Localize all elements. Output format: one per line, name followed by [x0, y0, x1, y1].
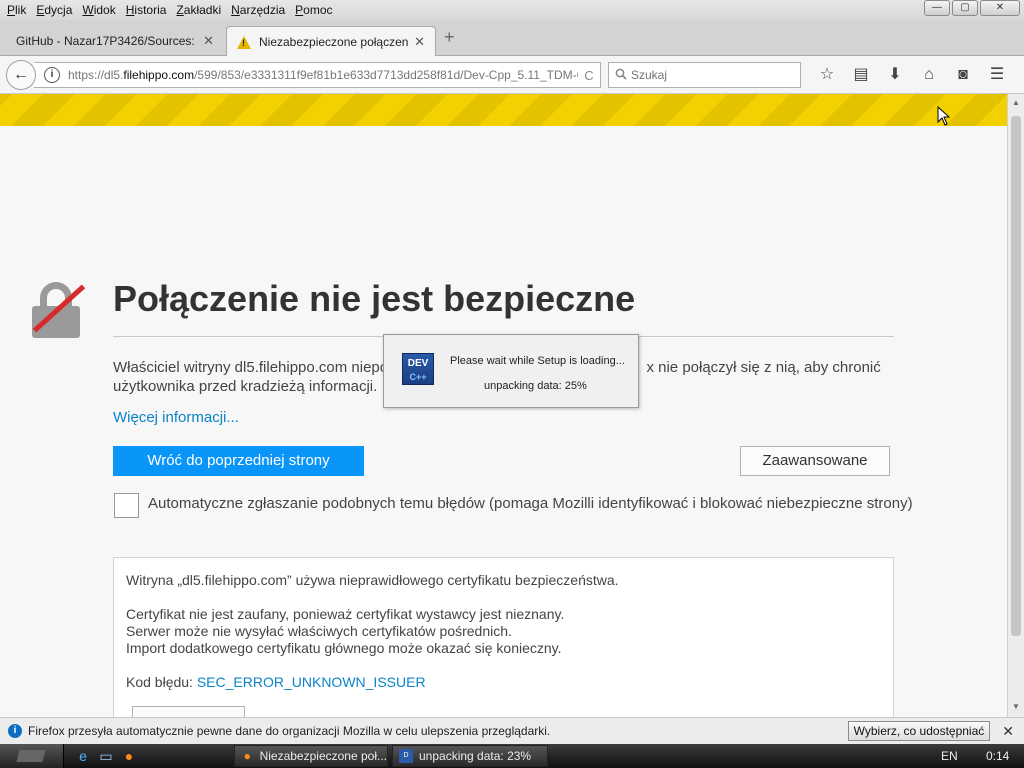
dev-cpp-icon: D — [399, 749, 413, 763]
back-button[interactable]: ← — [6, 60, 36, 90]
menu-edit[interactable]: Edycja — [36, 3, 72, 17]
menu-view[interactable]: Widok — [82, 3, 115, 17]
menu-file[interactable]: Plik — [7, 3, 26, 17]
details-button[interactable] — [132, 706, 245, 717]
error-page: Połączenie nie jest bezpieczne Właścicie… — [0, 126, 1007, 717]
certificate-details: Witryna „dl5.filehippo.com” używa niepra… — [113, 557, 894, 717]
taskbar-task-firefox[interactable]: ● Niezabezpieczone poł... — [234, 745, 388, 767]
tab-github[interactable]: GitHub - Nazar17P3426/Sources: ... ✕ — [6, 26, 224, 56]
firefox-icon[interactable]: ● — [120, 747, 138, 765]
tab-bar: GitHub - Nazar17P3426/Sources: ... ✕ Nie… — [0, 20, 1024, 57]
error-code-link[interactable]: SEC_ERROR_UNKNOWN_ISSUER — [197, 674, 426, 690]
dev-cpp-icon: DEV C++ — [402, 353, 434, 385]
setup-message: Please wait while Setup is loading... — [450, 355, 625, 367]
home-icon[interactable]: ⌂ — [912, 64, 946, 86]
tab-title: GitHub - Nazar17P3426/Sources: ... — [16, 34, 198, 48]
notification-text: Firefox przesyła automatycznie pewne dan… — [28, 724, 551, 738]
menu-tools[interactable]: Narzędzia — [231, 3, 285, 17]
search-icon — [615, 68, 627, 83]
taskbar: e ▭ ● ● Niezabezpieczone poł... D unpack… — [0, 744, 1024, 768]
reload-icon[interactable]: C — [578, 68, 600, 83]
taskbar-task-devcpp[interactable]: D unpacking data: 23% — [392, 745, 548, 767]
details-line: Certyfikat nie jest zaufany, ponieważ ce… — [126, 606, 565, 622]
language-indicator[interactable]: EN — [941, 749, 958, 763]
close-notification-icon[interactable]: ✕ — [1002, 723, 1014, 740]
window-controls: — ▢ ✕ — [924, 0, 1020, 16]
menu-bookmarks[interactable]: Zakładki — [176, 3, 221, 17]
tab-insecure-connection[interactable]: Niezabezpieczone połączenie ✕ — [226, 26, 436, 57]
go-back-button[interactable]: Wróć do poprzedniej strony — [113, 446, 364, 476]
choose-sharing-button[interactable]: Wybierz, co udostępniać — [847, 721, 991, 741]
maximize-button[interactable]: ▢ — [952, 0, 978, 16]
scroll-up-icon[interactable]: ▲ — [1008, 98, 1024, 107]
menu-help[interactable]: Pomoc — [295, 3, 332, 17]
new-tab-button[interactable]: + — [444, 27, 455, 48]
navigation-bar: i https://dl5.filehippo.com/599/853/e333… — [0, 56, 1024, 94]
close-window-button[interactable]: ✕ — [980, 0, 1020, 16]
star-icon[interactable]: ☆ — [810, 64, 844, 86]
ie-icon[interactable]: e — [74, 747, 92, 765]
menu-bar: Plik Edycja Widok Historia Zakładki Narz… — [0, 0, 1024, 20]
error-code-label: Kod błędu: — [126, 674, 193, 690]
tab-close-icon[interactable]: ✕ — [203, 33, 214, 49]
search-bar[interactable] — [608, 62, 801, 88]
desktop-icon[interactable]: ▭ — [97, 747, 115, 765]
tab-close-icon[interactable]: ✕ — [414, 34, 425, 50]
clock: 0:14 — [986, 749, 1010, 763]
download-icon[interactable]: ⬇ — [878, 64, 912, 86]
advanced-button[interactable]: Zaawansowane — [740, 446, 890, 476]
warning-stripe — [0, 94, 1007, 126]
search-input[interactable] — [631, 68, 791, 82]
reading-list-icon[interactable]: ▤ — [844, 64, 878, 86]
scroll-down-icon[interactable]: ▼ — [1008, 702, 1024, 711]
details-line: Serwer może nie wysyłać właściwych certy… — [126, 623, 512, 639]
more-info-link[interactable]: Więcej informacji... — [113, 409, 239, 426]
report-errors-checkbox[interactable] — [114, 493, 139, 518]
setup-progress: unpacking data: 25% — [484, 380, 587, 392]
menu-history[interactable]: Historia — [126, 3, 167, 17]
info-icon[interactable]: i — [44, 67, 60, 83]
url-bar[interactable]: i https://dl5.filehippo.com/599/853/e333… — [34, 62, 601, 88]
info-icon: i — [8, 724, 22, 738]
scroll-thumb[interactable] — [1011, 116, 1021, 636]
mouse-cursor-icon — [937, 105, 951, 131]
minimize-button[interactable]: — — [924, 0, 950, 16]
report-errors-label: Automatyczne zgłaszanie podobnych temu b… — [148, 495, 913, 512]
setup-loading-dialog: DEV C++ Please wait while Setup is loadin… — [383, 334, 639, 408]
broken-lock-icon — [30, 282, 86, 338]
pocket-icon[interactable]: ◙ — [946, 64, 980, 86]
details-line: Import dodatkowego certyfikatu głównego … — [126, 640, 562, 656]
toolbar-icons: ☆ ▤ ⬇ ⌂ ◙ ☰ — [810, 64, 1014, 86]
firefox-icon: ● — [243, 749, 251, 763]
tab-title: Niezabezpieczone połączenie — [259, 35, 409, 49]
details-line: Witryna „dl5.filehippo.com” używa niepra… — [126, 572, 619, 588]
warning-icon — [237, 35, 251, 49]
page-scrollbar[interactable]: ▲ ▼ — [1007, 94, 1024, 717]
menu-icon[interactable]: ☰ — [980, 64, 1014, 86]
telemetry-notification-bar: i Firefox przesyła automatycznie pewne d… — [0, 717, 1024, 744]
start-button[interactable] — [0, 744, 64, 768]
url-text: https://dl5.filehippo.com/599/853/e33313… — [68, 68, 578, 82]
page-title: Połączenie nie jest bezpieczne — [113, 278, 636, 319]
error-code-row: Kod błędu: SEC_ERROR_UNKNOWN_ISSUER — [126, 674, 881, 691]
